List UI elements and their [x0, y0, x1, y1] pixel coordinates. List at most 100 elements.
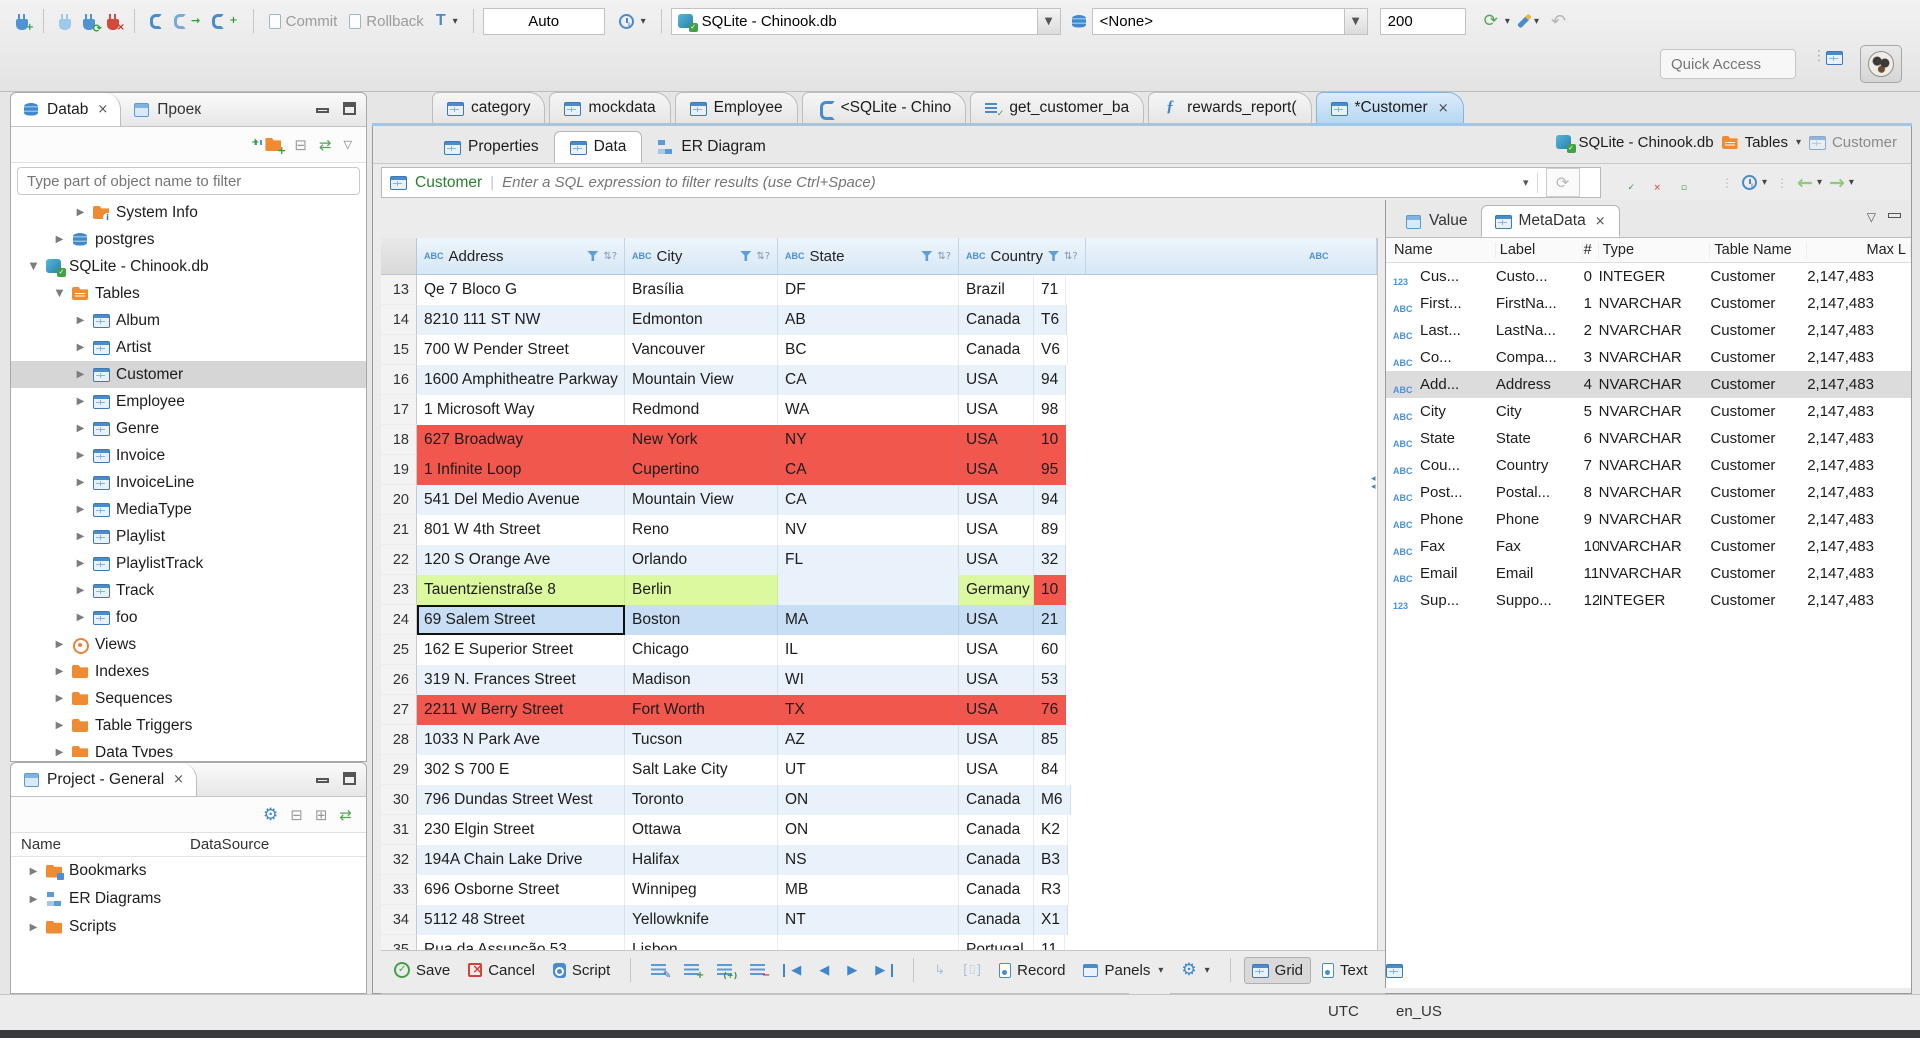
- editor-tab[interactable]: category: [432, 92, 546, 123]
- grid-cell[interactable]: 21: [1034, 605, 1067, 635]
- row-number[interactable]: 23: [381, 575, 417, 605]
- expand-all-button[interactable]: ⊞: [315, 806, 328, 824]
- grid-cell[interactable]: 94: [1034, 365, 1067, 395]
- object-filter-box[interactable]: [17, 167, 360, 195]
- close-icon[interactable]: ×: [1595, 214, 1606, 229]
- grid-cell[interactable]: NY: [778, 425, 959, 455]
- new-sql-editor-button[interactable]: +: [206, 11, 243, 32]
- project-tree-item[interactable]: ▶ ER Diagrams: [11, 885, 366, 913]
- grid-cell[interactable]: USA: [959, 695, 1034, 725]
- locale-indicator[interactable]: en_US: [1396, 1003, 1442, 1020]
- grid-cell[interactable]: USA: [959, 515, 1034, 545]
- first-row-button[interactable]: ◀: [776, 959, 808, 982]
- open-sql-editor-button[interactable]: →: [168, 11, 206, 32]
- row-number[interactable]: 32: [381, 845, 417, 875]
- metadata-row[interactable]: City City 5 NVARCHAR Customer 2,147,483: [1386, 398, 1911, 425]
- panels-button[interactable]: Panels ▾: [1076, 958, 1170, 983]
- filter-expression-box[interactable]: Customer |: [381, 167, 1601, 198]
- grid-cell[interactable]: 302 S 700 E: [417, 755, 625, 785]
- grid-cell[interactable]: 11: [1034, 935, 1066, 950]
- grid-cell[interactable]: Brazil: [959, 275, 1034, 305]
- editor-tab[interactable]: *Customer ×: [1315, 92, 1464, 123]
- grid-cell[interactable]: CA: [778, 455, 959, 485]
- minimize-icon[interactable]: [1888, 213, 1901, 218]
- grid-cell[interactable]: 319 N. Frances Street: [417, 665, 625, 695]
- grid-cell[interactable]: Portugal: [959, 935, 1034, 950]
- row-number[interactable]: 26: [381, 665, 417, 695]
- tree-item[interactable]: ▶ Genre: [11, 415, 366, 442]
- grid-cell[interactable]: 1600 Amphitheatre Parkway: [417, 365, 625, 395]
- expand-arrow-icon[interactable]: ▶: [27, 894, 40, 905]
- grid-cell[interactable]: Yellowknife: [625, 905, 778, 935]
- open-perspective-button[interactable]: [1826, 50, 1843, 69]
- row-number[interactable]: 29: [381, 755, 417, 785]
- grid-cell[interactable]: UT: [778, 755, 959, 785]
- table-row[interactable]: 29 302 S 700 E Salt Lake City UT USA 84: [381, 755, 1377, 785]
- meta-column-name[interactable]: Name: [1386, 242, 1496, 258]
- meta-column-label[interactable]: Label: [1496, 242, 1583, 258]
- auto-sync-button[interactable]: ⟳ ▾: [1478, 8, 1516, 34]
- grid-cell[interactable]: AZ: [778, 725, 959, 755]
- column-name[interactable]: Name: [11, 836, 186, 853]
- row-number[interactable]: 24: [381, 605, 417, 635]
- grid-cell[interactable]: Boston: [625, 605, 778, 635]
- column-datasource[interactable]: DataSource: [186, 836, 269, 853]
- expand-arrow-icon[interactable]: ▶: [74, 504, 87, 515]
- grid-cell[interactable]: 32: [1034, 545, 1067, 575]
- grid-cell[interactable]: 95: [1034, 455, 1067, 485]
- fetch-size-combo[interactable]: [1379, 7, 1466, 35]
- grid-column-header[interactable]: ABC City ⇅?: [625, 238, 778, 274]
- grid-cell[interactable]: Cupertino: [625, 455, 778, 485]
- grid-cell[interactable]: TX: [778, 695, 959, 725]
- column-filter-icon[interactable]: [740, 251, 752, 261]
- undo-button[interactable]: ↶: [1545, 8, 1572, 35]
- row-number[interactable]: 27: [381, 695, 417, 725]
- settings-gear-button[interactable]: ⚙: [263, 805, 278, 825]
- record-button[interactable]: Record: [992, 958, 1072, 983]
- row-number[interactable]: 28: [381, 725, 417, 755]
- expand-arrow-icon[interactable]: ▶: [74, 369, 87, 380]
- text-view-button[interactable]: Text: [1315, 958, 1375, 983]
- new-connection-button[interactable]: +: [10, 10, 34, 33]
- row-number[interactable]: 17: [381, 395, 417, 425]
- metadata-row[interactable]: State State 6 NVARCHAR Customer 2,147,48…: [1386, 425, 1911, 452]
- grid-cell[interactable]: Ottawa: [625, 815, 778, 845]
- tree-item[interactable]: ▶ foo: [11, 604, 366, 631]
- expand-arrow-icon[interactable]: ▶: [53, 666, 66, 677]
- grid-cell[interactable]: Halifax: [625, 845, 778, 875]
- tab-metadata[interactable]: MetaData ×: [1480, 205, 1620, 237]
- row-number[interactable]: 35: [381, 935, 417, 950]
- transaction-history-button[interactable]: ▾: [613, 11, 652, 32]
- grid-cell[interactable]: USA: [959, 755, 1034, 785]
- grid-cell[interactable]: Toronto: [625, 785, 778, 815]
- grid-cell[interactable]: 801 W 4th Street: [417, 515, 625, 545]
- grid-cell[interactable]: 10: [1034, 575, 1067, 605]
- grid-cell[interactable]: USA: [959, 485, 1034, 515]
- save-button[interactable]: Save: [387, 958, 457, 983]
- back-button[interactable]: ← ▾: [1797, 173, 1822, 192]
- project-tree-item[interactable]: ▶ Scripts: [11, 913, 366, 941]
- delete-row-button[interactable]: −: [743, 960, 772, 981]
- row-number[interactable]: 34: [381, 905, 417, 935]
- row-number[interactable]: 13: [381, 275, 417, 305]
- table-row[interactable]: 18 627 Broadway New York NY USA 10: [381, 425, 1377, 455]
- maximize-icon[interactable]: [343, 102, 356, 115]
- table-row[interactable]: 15 700 W Pender Street Vancouver BC Canada V…: [381, 335, 1377, 365]
- grid-cell[interactable]: 696 Osborne Street: [417, 875, 625, 905]
- row-number[interactable]: 16: [381, 365, 417, 395]
- table-row[interactable]: 17 1 Microsoft Way Redmond WA USA 98: [381, 395, 1377, 425]
- grid-cell[interactable]: [778, 575, 959, 605]
- active-connection-input[interactable]: [694, 8, 1037, 34]
- view-menu-icon[interactable]: ▽: [1867, 210, 1876, 224]
- grid-cell[interactable]: USA: [959, 665, 1034, 695]
- tree-item[interactable]: ▶ Artist: [11, 334, 366, 361]
- editor-tab[interactable]: mockdata: [549, 92, 671, 123]
- grid-cell[interactable]: Brasília: [625, 275, 778, 305]
- expand-arrow-icon[interactable]: ▶: [74, 558, 87, 569]
- apply-filter-button[interactable]: ✓: [1615, 175, 1635, 193]
- grid-cell[interactable]: USA: [959, 425, 1034, 455]
- edit-row-button[interactable]: ✎: [644, 960, 673, 981]
- grid-cell[interactable]: CA: [778, 485, 959, 515]
- grid-cell[interactable]: 71: [1034, 275, 1067, 305]
- dbeaver-perspective-button[interactable]: [1860, 45, 1902, 83]
